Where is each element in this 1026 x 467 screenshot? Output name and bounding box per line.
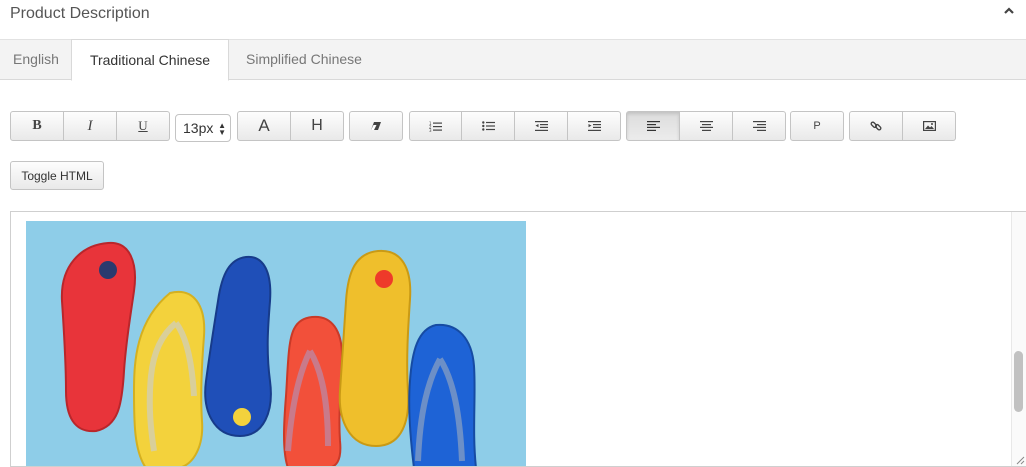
align-right-button[interactable] bbox=[733, 111, 786, 141]
stepper-arrows-icon: ▲ ▼ bbox=[218, 121, 226, 137]
panel-title: Product Description bbox=[10, 5, 150, 22]
underline-button[interactable]: U bbox=[117, 111, 170, 141]
font-size-value: 13px bbox=[183, 120, 214, 136]
flip-flops-image[interactable] bbox=[26, 221, 526, 466]
ordered-list-icon: 123 bbox=[429, 121, 442, 132]
resize-grip-icon[interactable] bbox=[1013, 453, 1025, 465]
unordered-list-button[interactable] bbox=[462, 111, 515, 141]
indent-button[interactable] bbox=[568, 111, 621, 141]
tab-english[interactable]: English bbox=[0, 39, 72, 80]
panel-header: Product Description bbox=[0, 0, 1026, 28]
bold-button[interactable]: B bbox=[10, 111, 64, 141]
align-center-button[interactable] bbox=[680, 111, 733, 141]
image-icon bbox=[922, 121, 936, 131]
paragraph-button[interactable]: P bbox=[790, 111, 844, 141]
link-icon bbox=[870, 120, 882, 132]
unordered-list-icon bbox=[481, 121, 495, 131]
tab-simplified-chinese[interactable]: Simplified Chinese bbox=[229, 39, 379, 80]
ordered-list-button[interactable]: 123 bbox=[409, 111, 462, 141]
align-right-icon bbox=[752, 121, 766, 131]
italic-button[interactable]: I bbox=[64, 111, 117, 141]
align-left-button[interactable] bbox=[626, 111, 680, 141]
toggle-html-button[interactable]: Toggle HTML bbox=[10, 161, 104, 190]
font-color-button[interactable]: A bbox=[237, 111, 291, 141]
clear-format-button[interactable] bbox=[349, 111, 403, 141]
chevron-up-icon[interactable] bbox=[1002, 4, 1016, 18]
insert-link-button[interactable] bbox=[849, 111, 903, 141]
scrollbar-thumb[interactable] bbox=[1014, 351, 1023, 412]
outdent-button[interactable] bbox=[515, 111, 568, 141]
indent-icon bbox=[587, 121, 601, 131]
editor-scrollbar[interactable] bbox=[1011, 212, 1026, 466]
highlight-button[interactable]: H bbox=[291, 111, 344, 141]
font-size-select[interactable]: 13px ▲ ▼ bbox=[175, 114, 231, 142]
language-tabs: English Traditional Chinese Simplified C… bbox=[0, 39, 1026, 81]
outdent-icon bbox=[534, 121, 548, 131]
align-left-icon bbox=[646, 121, 660, 131]
insert-image-button[interactable] bbox=[903, 111, 956, 141]
tab-traditional-chinese[interactable]: Traditional Chinese bbox=[71, 39, 229, 81]
eraser-icon bbox=[369, 121, 383, 131]
editor-content-area[interactable] bbox=[10, 211, 1026, 467]
align-center-icon bbox=[699, 121, 713, 131]
svg-text:3: 3 bbox=[429, 128, 432, 132]
flip-flops-illustration bbox=[26, 221, 526, 466]
